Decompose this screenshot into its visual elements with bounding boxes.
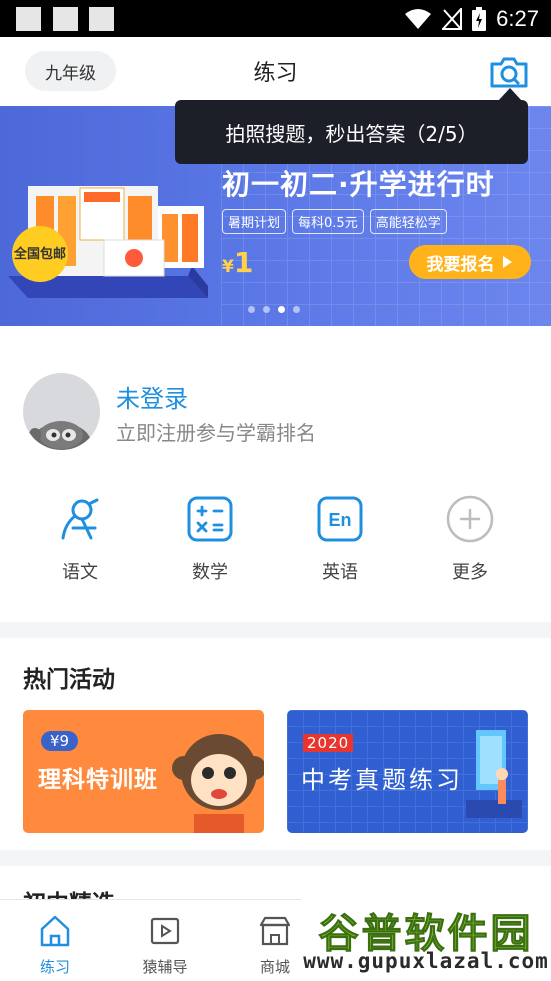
banner-tag: 暑期计划 (222, 209, 287, 234)
watermark-logo: 谷普软件园 www.gupuxlazal.com (301, 895, 551, 977)
login-title[interactable]: 未登录 (116, 379, 188, 414)
exam-illustration-icon (466, 730, 522, 818)
nav-label: 练习 (39, 958, 70, 976)
carousel-dot (263, 306, 270, 313)
subject-english[interactable]: En 英语 (290, 491, 390, 591)
nav-label: 猿辅导 (142, 958, 188, 976)
subject-label: 语文 (62, 562, 98, 583)
math-icon (187, 496, 233, 542)
year-tag: 2020 (303, 734, 354, 752)
no-signal-icon (442, 8, 463, 30)
plus-icon (446, 495, 494, 543)
price-tag: ¥9 (41, 731, 79, 751)
activity-title: 理科特训班 (38, 767, 158, 793)
subject-grid: 语文 数学 En 英语 更多 (0, 491, 551, 591)
notification-icon (16, 7, 41, 31)
carousel-dot (248, 306, 255, 313)
home-icon (40, 915, 70, 947)
price-symbol: ¥ (222, 257, 234, 277)
nav-yuanfudao[interactable]: 猿辅导 (115, 900, 215, 981)
subject-more[interactable]: 更多 (420, 491, 520, 591)
price-value: 1 (233, 246, 254, 279)
camera-icon (490, 57, 528, 88)
page-title: 练习 (253, 61, 298, 86)
wifi-icon (405, 9, 432, 29)
activity-card-exam[interactable]: 2020 中考真题练习 (287, 710, 528, 833)
chinese-icon (61, 498, 99, 540)
top-bar: 九年级 练习 (0, 37, 551, 106)
store-icon (259, 916, 291, 946)
monkey-mascot-icon (172, 734, 264, 833)
login-subtitle[interactable]: 立即注册参与学霸排名 (116, 417, 316, 446)
subject-label: 数学 (192, 562, 228, 583)
status-bar: 6:27 (0, 0, 551, 37)
banner-tag: 每科0.5元 (292, 209, 364, 234)
play-icon (150, 917, 180, 945)
svg-text:En: En (328, 510, 351, 530)
battery-icon (472, 7, 487, 31)
section-title: 热门活动 (23, 667, 115, 693)
notification-icon (89, 7, 114, 31)
app-screen: 6:27 九年级 练习 全国包邮 初一初二·升学进行时 暑期计划 每科0.5元 … (0, 0, 551, 981)
subject-label: 更多 (452, 562, 488, 583)
hot-activities-section: 热门活动 ¥9 理科特训班 2020 中考真题练习 (0, 638, 551, 850)
watermark-url: www.gupuxlazal.com (303, 949, 549, 973)
clock: 6:27 (496, 6, 539, 31)
banner-price: ¥1 (222, 246, 253, 279)
activity-card-science[interactable]: ¥9 理科特训班 (23, 710, 264, 833)
profile-section: 未登录 立即注册参与学霸排名 语文 数学 En 英语 更多 (0, 326, 551, 622)
guide-tooltip[interactable]: 拍照搜题，秒出答案（2/5） (175, 100, 528, 164)
free-shipping-badge: 全国包邮 (12, 226, 68, 282)
status-icons: 6:27 (404, 5, 539, 33)
subject-chinese[interactable]: 语文 (30, 491, 130, 591)
notification-icon (53, 7, 78, 31)
english-icon: En (317, 496, 363, 542)
carousel-dot-active (278, 306, 285, 313)
activity-title: 中考真题练习 (301, 766, 463, 794)
monkey-avatar-icon (29, 421, 91, 450)
carousel-dot (293, 306, 300, 313)
banner-tags: 暑期计划 每科0.5元 高能轻松学 (222, 209, 447, 234)
play-arrow-icon (502, 256, 512, 268)
carousel-indicator (248, 306, 300, 313)
banner-headline: 初一初二·升学进行时 (222, 168, 495, 201)
signup-button[interactable]: 我要报名 (409, 245, 531, 279)
subject-math[interactable]: 数学 (160, 491, 260, 591)
avatar[interactable] (23, 373, 100, 450)
banner-tag: 高能轻松学 (369, 209, 447, 234)
camera-button[interactable] (489, 55, 529, 89)
nav-practice[interactable]: 练习 (5, 900, 105, 981)
subject-label: 英语 (322, 562, 358, 583)
signup-button-label: 我要报名 (426, 254, 495, 275)
